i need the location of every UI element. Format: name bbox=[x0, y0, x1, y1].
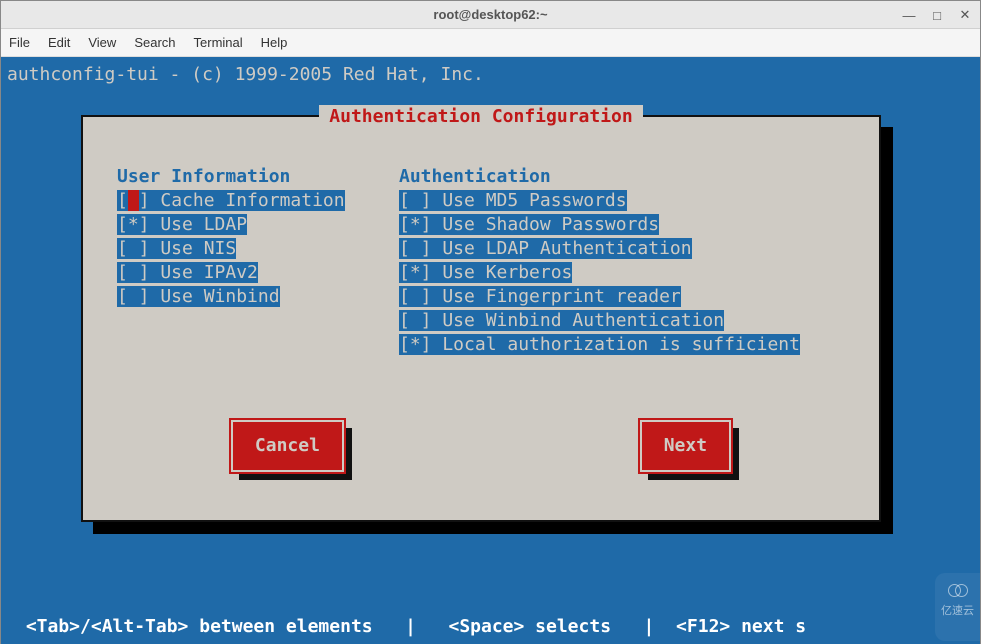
checkbox-row[interactable]: [ ] Use Winbind bbox=[117, 285, 399, 309]
authentication-header: Authentication bbox=[399, 165, 800, 189]
close-icon[interactable]: ✕ bbox=[956, 6, 974, 24]
watermark-text: 亿速云 bbox=[941, 599, 974, 623]
authentication-list: [ ] Use MD5 Passwords[*] Use Shadow Pass… bbox=[399, 189, 800, 357]
user-information-list: [ ] Cache Information[*] Use LDAP[ ] Use… bbox=[117, 189, 399, 309]
dialog-columns: User Information [ ] Cache Information[*… bbox=[117, 165, 857, 357]
checkbox-row[interactable]: [*] Use LDAP bbox=[117, 213, 399, 237]
menu-file[interactable]: File bbox=[9, 35, 30, 50]
cancel-button-shadow: Cancel bbox=[231, 420, 344, 472]
minimize-icon[interactable]: — bbox=[900, 6, 918, 24]
checkbox-row[interactable]: [ ] Use Fingerprint reader bbox=[399, 285, 800, 309]
dialog-title: Authentication Configuration bbox=[319, 105, 642, 129]
menu-edit[interactable]: Edit bbox=[48, 35, 70, 50]
auth-config-dialog: Authentication Configuration User Inform… bbox=[81, 115, 881, 522]
terminal-area: authconfig-tui - (c) 1999-2005 Red Hat, … bbox=[1, 57, 980, 644]
checkbox-row[interactable]: [*] Local authorization is sufficient bbox=[399, 333, 800, 357]
checkbox-row[interactable]: [ ] Use IPAv2 bbox=[117, 261, 399, 285]
menu-terminal[interactable]: Terminal bbox=[194, 35, 243, 50]
checkbox-row[interactable]: [*] Use Shadow Passwords bbox=[399, 213, 800, 237]
checkbox-row[interactable]: [ ] Use Winbind Authentication bbox=[399, 309, 800, 333]
menubar: File Edit View Search Terminal Help bbox=[1, 29, 980, 57]
cancel-button[interactable]: Cancel bbox=[231, 420, 344, 472]
watermark-logo-icon bbox=[948, 581, 968, 597]
menu-view[interactable]: View bbox=[88, 35, 116, 50]
menu-search[interactable]: Search bbox=[134, 35, 175, 50]
checkbox-row[interactable]: [ ] Cache Information bbox=[117, 189, 399, 213]
checkbox-row[interactable]: [ ] Use NIS bbox=[117, 237, 399, 261]
titlebar-buttons: — □ ✕ bbox=[900, 1, 974, 29]
user-information-column: User Information [ ] Cache Information[*… bbox=[117, 165, 399, 357]
app-header-line: authconfig-tui - (c) 1999-2005 Red Hat, … bbox=[7, 63, 484, 87]
dialog-buttons: Cancel Next bbox=[83, 420, 879, 472]
watermark: 亿速云 bbox=[935, 573, 980, 641]
terminal-window: root@desktop62:~ — □ ✕ File Edit View Se… bbox=[0, 0, 981, 644]
dialog-title-wrap: Authentication Configuration bbox=[83, 105, 879, 129]
menu-help[interactable]: Help bbox=[261, 35, 288, 50]
user-information-header: User Information bbox=[117, 165, 399, 189]
titlebar: root@desktop62:~ — □ ✕ bbox=[1, 1, 980, 29]
help-bar: <Tab>/<Alt-Tab> between elements | <Spac… bbox=[15, 615, 806, 639]
checkbox-row[interactable]: [ ] Use LDAP Authentication bbox=[399, 237, 800, 261]
authentication-column: Authentication [ ] Use MD5 Passwords[*] … bbox=[399, 165, 800, 357]
checkbox-row[interactable]: [ ] Use MD5 Passwords bbox=[399, 189, 800, 213]
window-title: root@desktop62:~ bbox=[433, 7, 547, 22]
next-button-shadow: Next bbox=[640, 420, 731, 472]
checkbox-row[interactable]: [*] Use Kerberos bbox=[399, 261, 800, 285]
next-button[interactable]: Next bbox=[640, 420, 731, 472]
maximize-icon[interactable]: □ bbox=[928, 6, 946, 24]
